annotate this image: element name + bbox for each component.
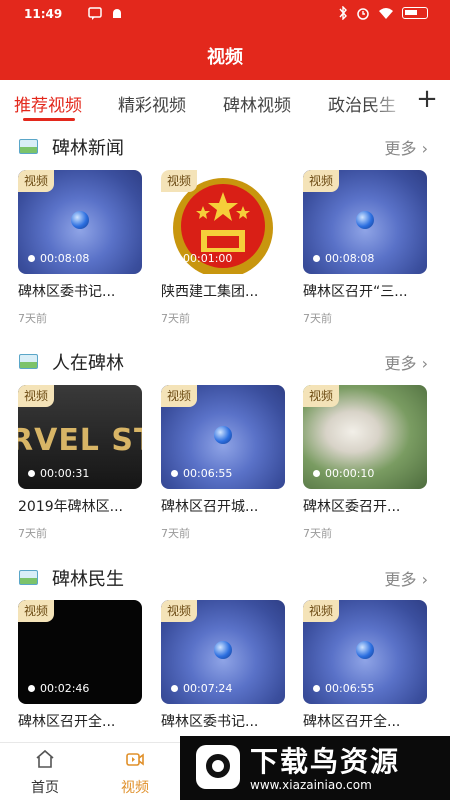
section-title: 碑林民生 [52, 569, 124, 590]
status-time: 11:49 [24, 7, 63, 21]
chevron-right-icon: › [421, 570, 428, 589]
play-dot-icon [313, 685, 320, 692]
section-header: 碑林新闻 更多 › [0, 131, 450, 161]
section-header: 碑林民生 更多 › [0, 562, 450, 592]
watermark-banner: 下载鸟资源 www.xiazainiao.com [180, 736, 450, 800]
tab-beilin[interactable]: 碑林视频 [223, 91, 291, 116]
more-link[interactable]: 更多 › [384, 135, 428, 159]
video-badge: 视频 [161, 385, 198, 407]
section-title: 碑林新闻 [52, 138, 124, 159]
video-title[interactable]: 碑林区委书记... [161, 711, 285, 731]
battery-icon [402, 7, 428, 19]
play-dot-icon [28, 685, 35, 692]
play-dot-icon [171, 470, 178, 477]
play-dot-icon [28, 470, 35, 477]
nav-item-video[interactable]: 视频 [105, 743, 165, 800]
more-link[interactable]: 更多 › [384, 566, 428, 590]
play-dot-icon [171, 685, 178, 692]
section-title: 人在碑林 [52, 353, 124, 374]
section-header: 人在碑林 更多 › [0, 346, 450, 376]
video-thumbnail[interactable]: 视频 00:08:08 [18, 170, 142, 274]
video-thumbnail[interactable]: 视频 00:08:08 [303, 170, 427, 274]
video-duration: 00:02:46 [28, 682, 89, 695]
video-duration: 00:00:31 [28, 467, 89, 480]
video-badge: 视频 [161, 600, 198, 622]
video-badge: 视频 [303, 600, 340, 622]
play-dot-icon [28, 255, 35, 262]
video-title[interactable]: 碑林区召开全... [303, 711, 427, 731]
video-duration: 00:06:55 [313, 682, 374, 695]
video-title[interactable]: 碑林区委书记... [18, 281, 142, 301]
wifi-icon [379, 8, 393, 19]
more-link[interactable]: 更多 › [384, 350, 428, 374]
watermark-logo-icon [196, 745, 240, 789]
video-icon [126, 753, 144, 766]
video-duration: 00:07:24 [171, 682, 232, 695]
tab-featured[interactable]: 精彩视频 [118, 91, 186, 116]
android-debug-icon [113, 9, 121, 18]
video-thumbnail[interactable]: 视频 00:06:55 [161, 385, 285, 489]
video-thumbnail[interactable]: 视频 00:06:55 [303, 600, 427, 704]
video-badge: 视频 [303, 170, 340, 192]
video-title[interactable]: 碑林区召开“三... [303, 281, 427, 301]
image-icon [19, 354, 38, 369]
video-badge: 视频 [303, 385, 340, 407]
video-time: 7天前 [18, 527, 47, 540]
globe-logo-icon [71, 211, 89, 229]
watermark-text: 下载鸟资源 [250, 745, 401, 778]
video-thumbnail[interactable]: RVEL STUD 视频 00:00:31 [18, 385, 142, 489]
image-icon [19, 139, 38, 154]
play-dot-icon [313, 470, 320, 477]
active-tab-indicator [23, 118, 75, 121]
thumbnail-overlay-text: RVEL STUD [18, 423, 142, 458]
tab-recommended[interactable]: 推荐视频 [14, 91, 82, 116]
globe-logo-icon [214, 426, 232, 444]
video-title[interactable]: 碑林区召开全... [18, 711, 142, 731]
globe-logo-icon [214, 641, 232, 659]
video-duration: 00:00:10 [313, 467, 374, 480]
alarm-icon [357, 8, 369, 20]
video-time: 7天前 [18, 312, 47, 325]
nav-item-home[interactable]: 首页 [15, 743, 75, 800]
video-thumbnail[interactable]: 视频 00:00:10 [303, 385, 427, 489]
nav-label: 首页 [31, 780, 59, 796]
message-icon [88, 7, 102, 20]
chevron-right-icon: › [421, 354, 428, 373]
video-badge: 视频 [18, 170, 55, 192]
video-thumbnail[interactable]: 视频 00:02:46 [18, 600, 142, 704]
video-title[interactable]: 陕西建工集团... [161, 281, 285, 301]
app-header: 视频 [0, 30, 450, 80]
home-icon [36, 749, 54, 768]
video-title[interactable]: 2019年碑林区... [18, 496, 142, 516]
play-dot-icon [313, 255, 320, 262]
page-title: 视频 [207, 47, 243, 68]
play-dot-icon [171, 255, 178, 262]
video-time: 7天前 [161, 312, 190, 325]
status-bar: 11:49 [0, 0, 450, 30]
video-duration: 00:01:00 [171, 252, 232, 265]
video-time: 7天前 [161, 527, 190, 540]
globe-logo-icon [356, 641, 374, 659]
bluetooth-icon [339, 6, 347, 20]
category-tabs: 推荐视频 精彩视频 碑林视频 政治民生 + [0, 80, 450, 124]
video-badge: 视频 [18, 600, 55, 622]
video-time: 7天前 [303, 312, 332, 325]
video-title[interactable]: 碑林区召开城... [161, 496, 285, 516]
video-thumbnail[interactable]: 视频 00:01:00 [161, 170, 285, 274]
globe-logo-icon [356, 211, 374, 229]
image-icon [19, 570, 38, 585]
nav-label: 视频 [121, 780, 149, 796]
video-duration: 00:06:55 [171, 467, 232, 480]
video-title[interactable]: 碑林区委召开... [303, 496, 427, 516]
video-badge: 视频 [161, 170, 198, 192]
chevron-right-icon: › [421, 139, 428, 158]
video-duration: 00:08:08 [313, 252, 374, 265]
video-time: 7天前 [303, 527, 332, 540]
video-duration: 00:08:08 [28, 252, 89, 265]
watermark-url: www.xiazainiao.com [250, 778, 372, 792]
video-thumbnail[interactable]: 视频 00:07:24 [161, 600, 285, 704]
add-tab-icon[interactable]: + [412, 85, 442, 113]
video-badge: 视频 [18, 385, 55, 407]
